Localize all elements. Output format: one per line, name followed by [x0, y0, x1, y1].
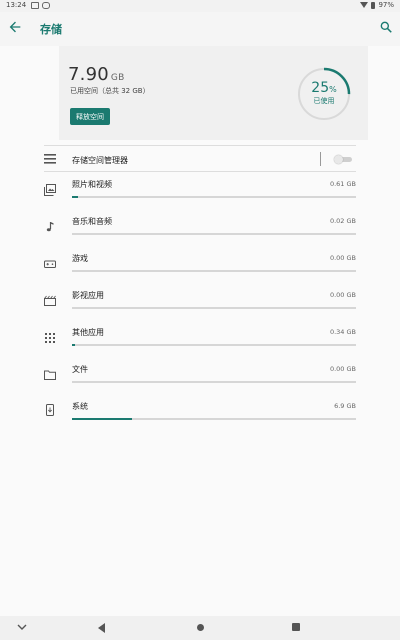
- status-bar: 13:24 97%: [0, 0, 400, 12]
- free-up-space-button[interactable]: 释放空间: [70, 108, 110, 125]
- folder-icon: [44, 370, 56, 380]
- category-size: 0.00 GB: [329, 254, 356, 262]
- photo-icon: [44, 184, 56, 196]
- wifi-icon: [360, 2, 369, 8]
- storage-category-movie-apps[interactable]: 影视应用 0.00 GB: [0, 283, 400, 317]
- nav-recents-icon[interactable]: [292, 623, 300, 631]
- vertical-divider: [320, 152, 321, 166]
- category-usage-bar: [72, 418, 356, 420]
- category-usage-bar: [72, 270, 356, 272]
- category-usage-fill: [72, 418, 132, 420]
- usage-percent-label: 已使用: [313, 97, 335, 105]
- notification-cloud-icon: [42, 2, 50, 9]
- category-label: 照片和视频: [72, 180, 112, 189]
- nav-home-icon[interactable]: [197, 624, 204, 631]
- category-label: 其他应用: [72, 328, 104, 337]
- category-size: 0.00 GB: [329, 365, 356, 373]
- movie-icon: [44, 295, 56, 306]
- apps-grid-icon: [45, 333, 55, 343]
- back-arrow-icon[interactable]: [7, 19, 23, 35]
- used-space-label: 已用空间（总共 32 GB）: [70, 87, 150, 95]
- category-usage-bar: [72, 307, 356, 309]
- gamepad-icon: [44, 260, 56, 268]
- category-usage-bar: [72, 196, 356, 198]
- category-label: 游戏: [72, 254, 88, 263]
- category-size: 0.34 GB: [329, 328, 356, 336]
- category-usage-bar: [72, 344, 356, 346]
- category-size: 0.02 GB: [329, 217, 356, 225]
- storage-category-system[interactable]: 系统 6.9 GB: [0, 394, 400, 428]
- storage-manager-label: 存储空间管理器: [72, 156, 128, 165]
- category-usage-bar: [72, 233, 356, 235]
- chevron-down-icon[interactable]: [17, 623, 27, 631]
- usage-percent: 25% 已使用: [296, 80, 352, 106]
- app-bar: 存储: [0, 12, 400, 46]
- music-note-icon: [46, 222, 54, 232]
- category-size: 6.9 GB: [334, 402, 356, 410]
- category-usage-bar: [72, 381, 356, 383]
- category-label: 文件: [72, 365, 88, 374]
- list-icon: [44, 154, 56, 164]
- storage-category-files[interactable]: 文件 0.00 GB: [0, 357, 400, 391]
- category-label: 音乐和音频: [72, 217, 112, 226]
- category-label: 影视应用: [72, 291, 104, 300]
- storage-manager-row[interactable]: 存储空间管理器: [0, 146, 400, 172]
- category-usage-fill: [72, 344, 75, 346]
- search-icon[interactable]: [379, 20, 393, 34]
- storage-manager-toggle[interactable]: [334, 155, 352, 164]
- page-title: 存储: [40, 23, 62, 36]
- navigation-bar: [0, 616, 400, 640]
- category-label: 系统: [72, 402, 88, 411]
- category-size: 0.00 GB: [329, 291, 356, 299]
- storage-category-audio[interactable]: 音乐和音频 0.02 GB: [0, 209, 400, 243]
- storage-category-games[interactable]: 游戏 0.00 GB: [0, 246, 400, 280]
- used-space-value: 7.90 GB: [68, 64, 125, 85]
- battery-percent: 97%: [378, 1, 394, 9]
- system-update-icon: [46, 404, 54, 416]
- status-time: 13:24: [6, 1, 27, 9]
- notification-image-icon: [31, 2, 39, 9]
- battery-icon: [371, 1, 376, 9]
- nav-back-icon[interactable]: [98, 623, 105, 633]
- storage-category-photos[interactable]: 照片和视频 0.61 GB: [0, 172, 400, 206]
- category-size: 0.61 GB: [329, 180, 356, 188]
- category-usage-fill: [72, 196, 78, 198]
- storage-category-other-apps[interactable]: 其他应用 0.34 GB: [0, 320, 400, 354]
